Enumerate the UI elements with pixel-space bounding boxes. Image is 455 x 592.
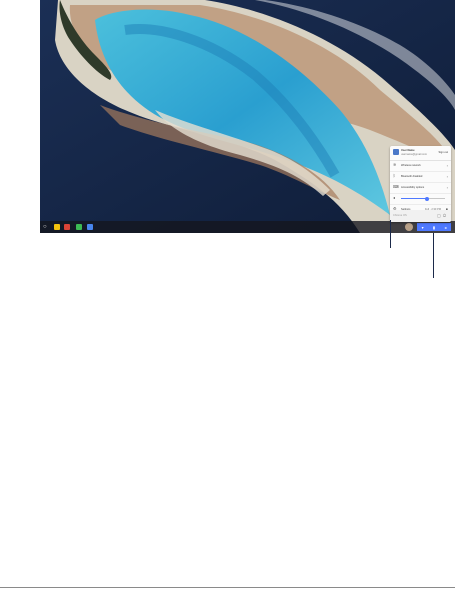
sign-out-button[interactable]: Sign out (438, 151, 448, 154)
footer-text: Chrome OS (393, 214, 407, 217)
status-area[interactable]: ▾ ▮ ◂ (417, 223, 451, 231)
tray-user-header: User Name username@gmail.com Sign out (390, 146, 451, 161)
user-name: User Name (401, 149, 415, 152)
bluetooth-icon: ᛒ (393, 173, 396, 178)
chevron-right-icon: › (446, 163, 448, 168)
desktop-screen: ○ ▾ ▮ ◂ User Name username@gmail.com Sig… (40, 0, 455, 233)
callout-line-tray (390, 220, 391, 248)
keyboard-icon: ⌨ (393, 184, 399, 189)
photos-app-icon[interactable] (76, 224, 82, 230)
avatar (393, 149, 399, 155)
tray-row-label: Accessibility options (401, 186, 425, 189)
volume-slider[interactable] (401, 196, 445, 201)
chevron-right-icon: › (446, 174, 448, 179)
avatar[interactable] (405, 223, 413, 231)
wifi-icon: ≋ (393, 162, 397, 167)
user-email: username@gmail.com (401, 153, 427, 156)
launcher-icon[interactable]: ○ (43, 224, 49, 230)
page-divider (0, 587, 455, 588)
tray-row-label: Wireless network (401, 164, 421, 167)
wifi-icon: ▾ (421, 224, 424, 230)
volume-slider-handle[interactable] (425, 196, 430, 201)
system-tray-menu: User Name username@gmail.com Sign out ≋ … (390, 146, 451, 222)
battery-icon: ▮ (432, 224, 436, 230)
docs-app-icon[interactable] (87, 224, 93, 230)
power-icon[interactable]: ⏻ (443, 213, 448, 218)
tray-row-label: Bluetooth disabled (401, 175, 423, 178)
chevron-right-icon: › (446, 185, 448, 190)
shelf: ○ ▾ ▮ ◂ (40, 221, 455, 233)
footer-icons: ▢⏻ (437, 213, 448, 218)
tray-footer: Chrome OS ▢⏻ (390, 210, 451, 222)
volume-icon: ◂ (444, 224, 447, 230)
volume-icon: ◂ (393, 195, 396, 200)
callout-line-status (433, 233, 434, 278)
volume-slider-fill (401, 198, 428, 199)
chrome-app-icon[interactable] (54, 224, 60, 230)
gmail-app-icon[interactable] (64, 224, 70, 230)
